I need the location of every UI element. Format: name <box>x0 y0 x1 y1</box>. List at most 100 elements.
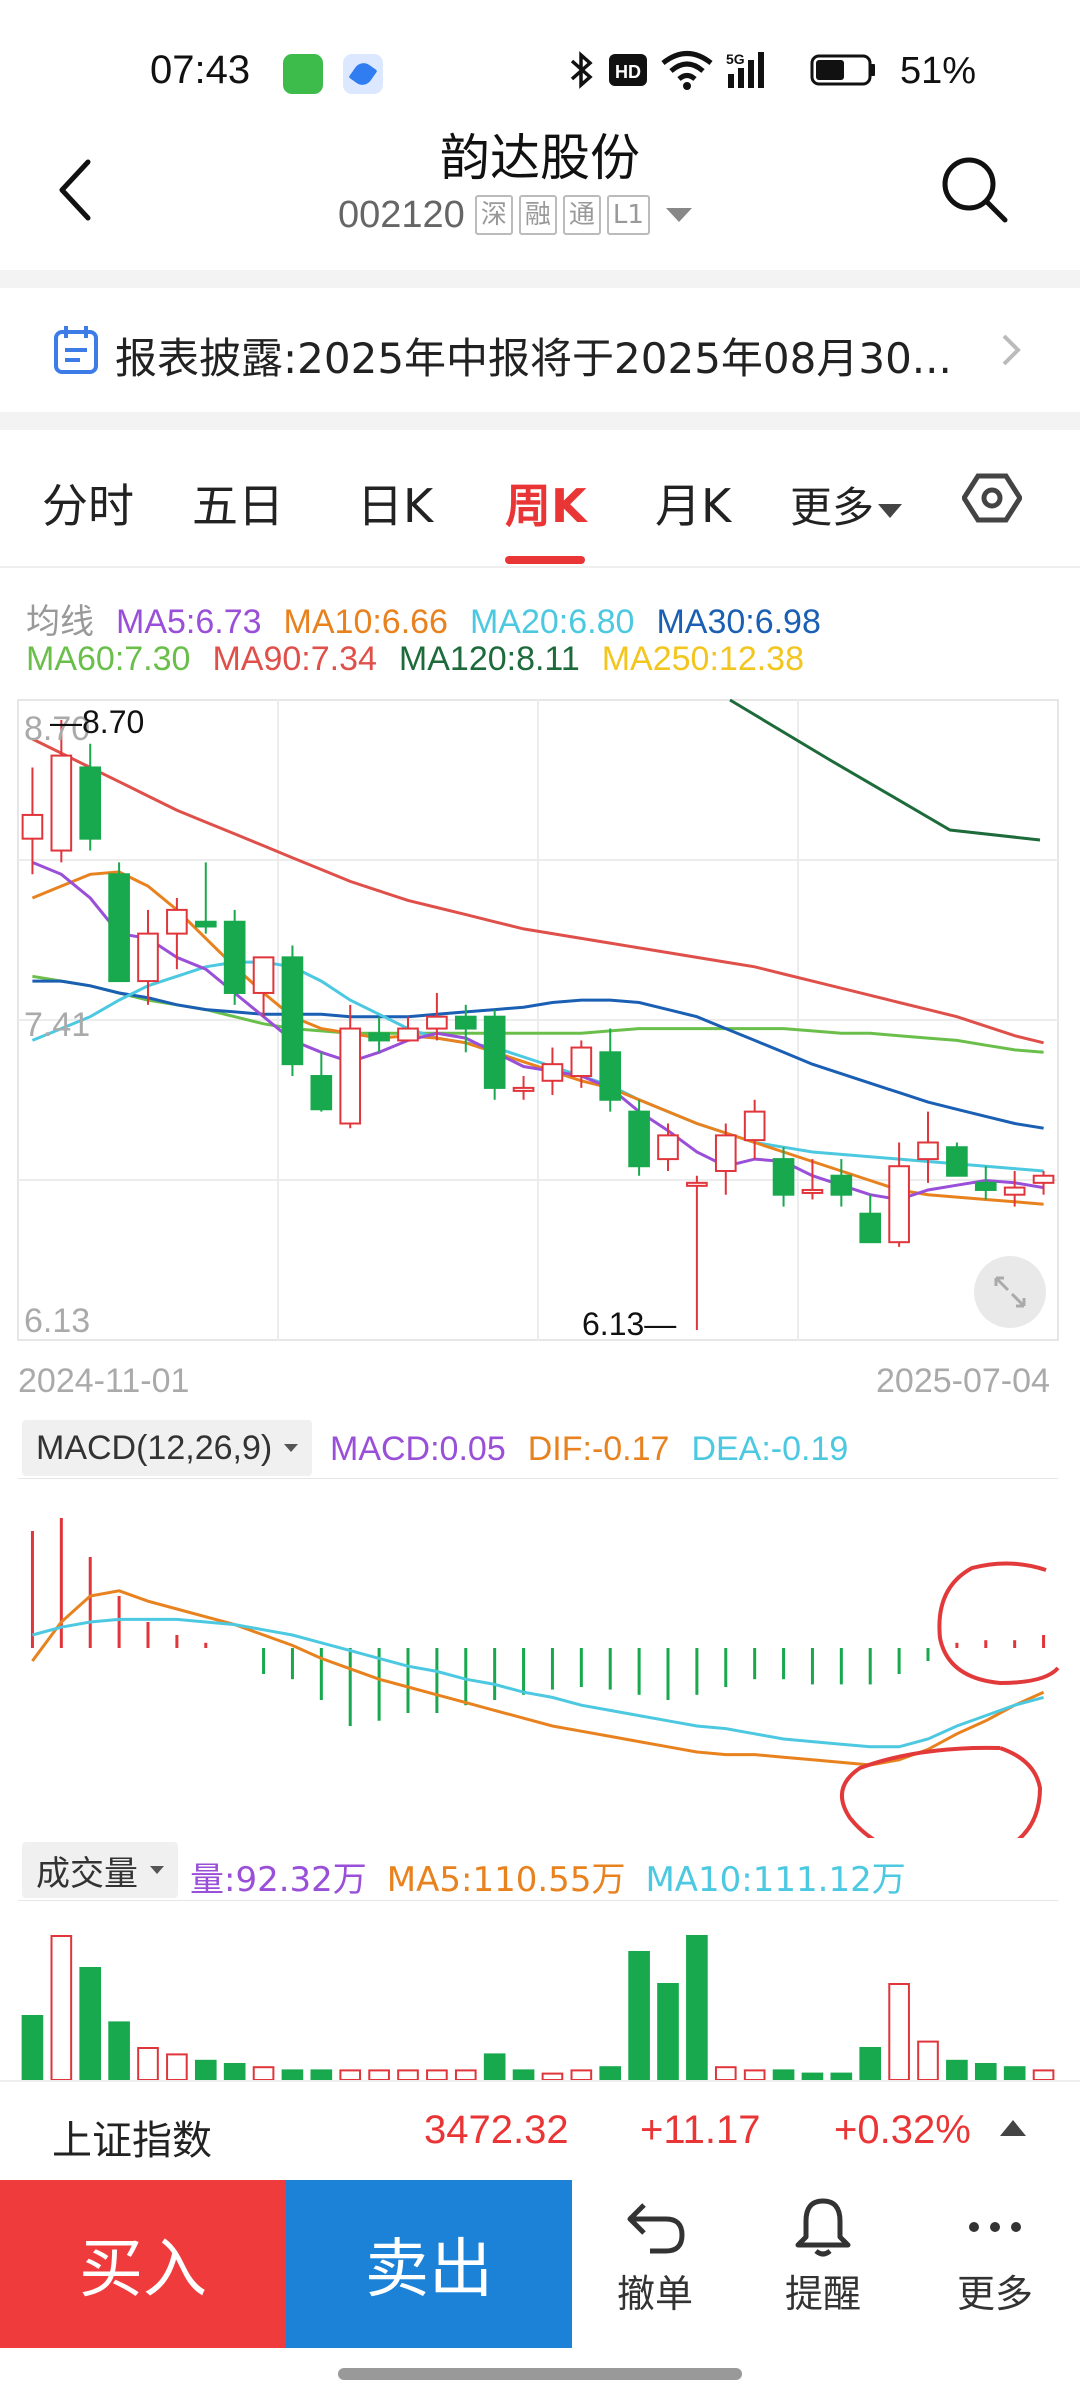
volume-bar <box>1032 2069 1055 2080</box>
kline-grid <box>17 699 1059 1341</box>
macd-selector[interactable]: MACD(12,26,9) <box>22 1420 313 1476</box>
undo-icon <box>627 2203 685 2254</box>
tab-weekly-k[interactable]: 周K <box>505 470 587 536</box>
tab-daily-k[interactable]: 日K <box>357 470 433 536</box>
candle-body <box>888 1165 910 1244</box>
stock-code: 002120 <box>338 193 465 236</box>
volume-bar <box>974 2063 997 2080</box>
chevron-down-icon[interactable] <box>665 208 692 222</box>
volume-bar <box>917 2040 939 2080</box>
buy-button[interactable]: 买入 <box>0 2180 286 2348</box>
candle-body <box>830 1174 853 1196</box>
tab-monthly-k[interactable]: 月K <box>655 470 731 536</box>
kline-chart[interactable] <box>0 690 1080 1350</box>
volume-bar <box>368 2069 390 2080</box>
macd-value: MACD:0.05 <box>330 1430 506 1468</box>
index-name: 上证指数 <box>52 2118 212 2164</box>
cancel-order-label: 撤单 <box>616 2272 693 2316</box>
cancel-order-button[interactable]: 撤单 <box>580 2195 730 2335</box>
volume-bar <box>1003 2066 1026 2080</box>
tag-l1: L1 <box>606 195 650 235</box>
ma10-value: MA10:6.66 <box>283 603 448 641</box>
volume-bar <box>599 2066 622 2080</box>
expand-up-icon[interactable] <box>1000 2120 1026 2136</box>
sell-button[interactable]: 卖出 <box>286 2180 572 2348</box>
svg-text:5G: 5G <box>726 51 745 67</box>
chevron-right-icon[interactable] <box>990 330 1030 370</box>
high-price-marker: —8.70 <box>50 704 144 741</box>
candle-body <box>657 1134 679 1161</box>
volume-bar <box>714 2066 737 2080</box>
ma-label: 均线 <box>26 603 94 641</box>
candle-body <box>50 754 73 852</box>
dea-line <box>32 1617 1044 1749</box>
volume-bar <box>281 2069 304 2080</box>
volume-bar <box>628 1951 650 2080</box>
ma120-line <box>729 698 1041 842</box>
candle-body <box>541 1063 564 1082</box>
volume-bar <box>79 1967 102 2080</box>
index-change: +11.17 <box>640 2108 761 2152</box>
candle-body <box>137 932 159 983</box>
volume-bar <box>50 1935 73 2080</box>
search-icon[interactable] <box>935 150 1015 230</box>
expand-icon <box>994 1276 1026 1308</box>
candle-body <box>974 1181 997 1191</box>
more-actions-button[interactable]: 更多 <box>920 2195 1070 2335</box>
dea-value: DEA:-0.19 <box>691 1430 849 1468</box>
back-arrow-icon[interactable] <box>48 150 108 230</box>
volume-bar <box>310 2069 333 2080</box>
volume-values: 量:92.32万 MA5:110.55万 MA10:111.12万 <box>190 1852 926 1901</box>
calendar-icon <box>54 326 98 374</box>
candle-body <box>21 813 44 840</box>
candle-body <box>1003 1186 1026 1196</box>
volume-bar <box>397 2069 419 2080</box>
volume-bar <box>166 2053 188 2080</box>
alert-label: 提醒 <box>784 2272 861 2316</box>
divider <box>0 412 1080 430</box>
volume-value: 量:92.32万 <box>190 1860 367 1900</box>
tab-five-day[interactable]: 五日 <box>192 470 284 536</box>
tab-intraday[interactable]: 分时 <box>42 470 134 536</box>
volume-bar <box>859 2047 882 2080</box>
volume-bar <box>108 2021 130 2080</box>
volume-bar <box>743 2069 766 2080</box>
settings-icon[interactable] <box>962 468 1022 528</box>
tag-rong: 融 <box>518 195 557 235</box>
candle-body <box>397 1027 419 1042</box>
alert-button[interactable]: 提醒 <box>748 2195 898 2335</box>
divider <box>0 566 1080 568</box>
volume-chart[interactable] <box>0 1900 1080 2080</box>
index-value: 3472.32 <box>424 2108 569 2152</box>
battery-percent: 51% <box>900 50 977 92</box>
macd-lines <box>31 1589 1045 1767</box>
candle-body <box>339 1027 362 1125</box>
ma30-value: MA30:6.98 <box>656 603 821 641</box>
candle-body <box>512 1086 535 1092</box>
candle-body <box>714 1134 737 1172</box>
status-icons: HD 5G <box>568 48 878 92</box>
index-change-pct: +0.32% <box>834 2108 971 2152</box>
expand-chart-button[interactable] <box>974 1256 1046 1328</box>
candle-body <box>859 1212 882 1244</box>
ma20-value: MA20:6.80 <box>469 603 635 641</box>
volume-bar <box>339 2069 362 2080</box>
ma60-value: MA60:7.30 <box>26 640 191 678</box>
candle-body <box>194 920 217 928</box>
notice-text: 报表披露:2025年中报将于2025年08月30... <box>115 334 952 383</box>
home-indicator[interactable] <box>338 2368 742 2380</box>
candle-body <box>917 1141 939 1161</box>
candle-body <box>223 920 246 994</box>
candle-body <box>483 1015 506 1089</box>
ma5-value: MA5:6.73 <box>116 603 262 641</box>
dif-value: DIF:-0.17 <box>527 1430 670 1468</box>
message-app-icon <box>283 54 323 94</box>
stock-code-row[interactable]: 002120 深 融 通 L1 <box>338 192 692 238</box>
tab-more[interactable]: 更多 <box>790 474 903 535</box>
volume-selector[interactable]: 成交量 <box>22 1842 178 1898</box>
volume-bar <box>483 2053 506 2080</box>
ma250-value: MA250:12.38 <box>601 640 804 678</box>
macd-chart[interactable] <box>0 1478 1080 1838</box>
volume-bar <box>21 2015 44 2080</box>
caret-down-icon <box>878 503 903 518</box>
